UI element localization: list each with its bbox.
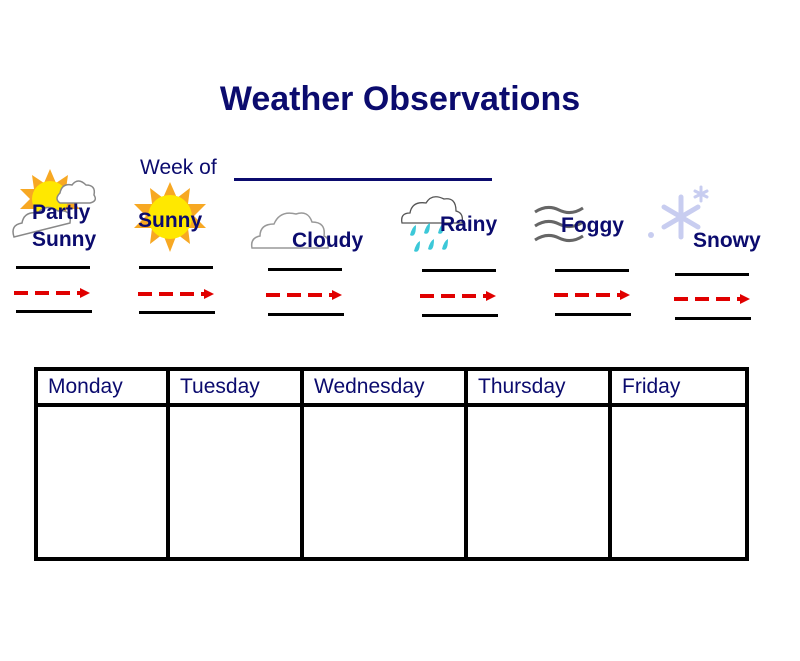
tally-line-top <box>555 269 629 272</box>
column-header-monday: Monday <box>34 367 170 407</box>
week-of-label: Week of <box>140 156 217 179</box>
weather-type-sunny: Sunny <box>130 182 210 257</box>
cell-wednesday[interactable] <box>300 403 468 561</box>
cell-monday[interactable] <box>34 403 170 561</box>
weather-type-cloudy: Cloudy <box>250 208 370 256</box>
arrow-icon <box>420 291 496 301</box>
tally-line-top <box>675 273 749 276</box>
sunny-label: Sunny <box>138 209 203 232</box>
tally-line-top <box>16 266 90 269</box>
cell-friday[interactable] <box>608 403 749 561</box>
tally-line-bottom <box>675 317 751 320</box>
column-header-tuesday: Tuesday <box>166 367 304 407</box>
tally-line-bottom <box>16 310 92 313</box>
column-header-wednesday: Wednesday <box>300 367 468 407</box>
page-title: Weather Observations <box>219 80 581 118</box>
column-header-thursday: Thursday <box>464 367 612 407</box>
arrow-icon <box>266 290 342 300</box>
arrow-icon <box>674 294 750 304</box>
tally-line-top <box>422 269 496 272</box>
partly-sunny-label-line1: Partly <box>32 201 91 224</box>
weather-type-snowy: Snowy <box>645 185 775 255</box>
arrow-icon <box>138 289 214 299</box>
tally-line-bottom <box>268 313 344 316</box>
arrow-icon <box>554 290 630 300</box>
observation-table: Monday Tuesday Wednesday Thursday Friday <box>34 367 749 561</box>
snowy-label: Snowy <box>693 229 761 252</box>
week-of-blank-line[interactable] <box>234 178 492 181</box>
weather-type-foggy: Foggy <box>533 200 643 250</box>
weather-type-partly-sunny: Partly Sunny <box>8 165 108 260</box>
arrow-icon <box>14 288 90 298</box>
tally-line-bottom <box>555 313 631 316</box>
tally-line-top <box>139 266 213 269</box>
table-row <box>34 403 749 561</box>
weather-type-rainy: Rainy <box>400 193 510 258</box>
tally-line-top <box>268 268 342 271</box>
foggy-label: Foggy <box>561 214 624 237</box>
table-header-row: Monday Tuesday Wednesday Thursday Friday <box>34 367 749 407</box>
cloudy-label: Cloudy <box>292 229 364 252</box>
rainy-label: Rainy <box>440 213 498 236</box>
cell-tuesday[interactable] <box>166 403 304 561</box>
cell-thursday[interactable] <box>464 403 612 561</box>
tally-line-bottom <box>139 311 215 314</box>
partly-sunny-label-line2: Sunny <box>32 228 97 251</box>
tally-line-bottom <box>422 314 498 317</box>
column-header-friday: Friday <box>608 367 749 407</box>
